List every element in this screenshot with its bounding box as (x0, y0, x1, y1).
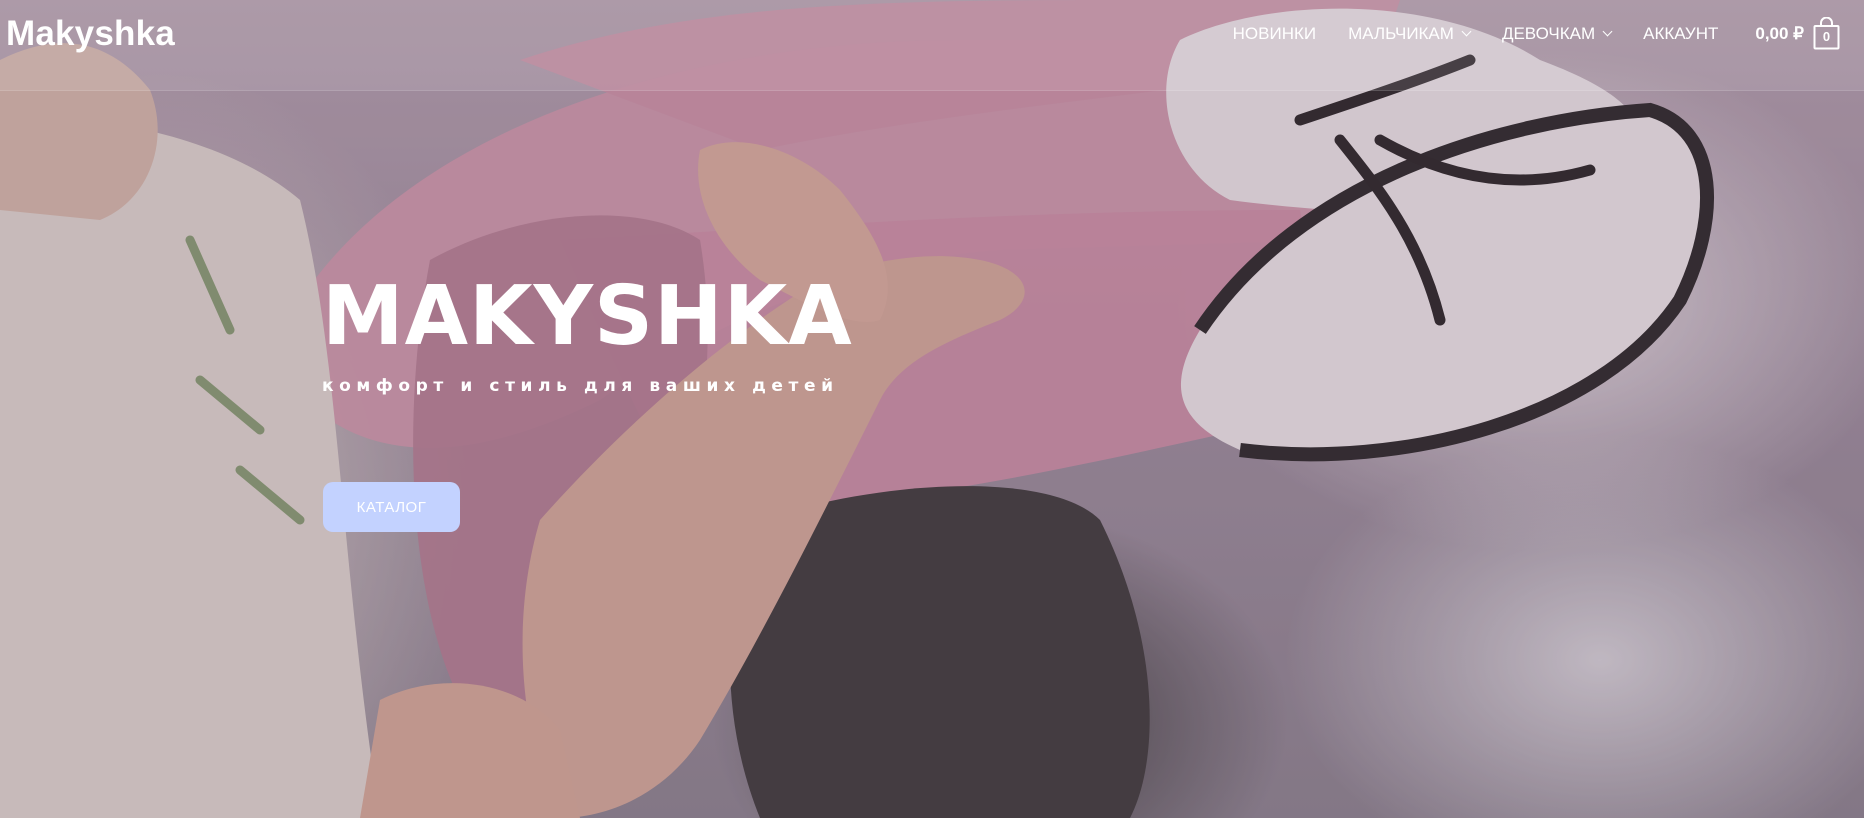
nav-item-label: ДЕВОЧКАМ (1501, 24, 1596, 43)
catalog-button[interactable]: КАТАЛОГ (323, 482, 460, 532)
cart-button[interactable]: 0,00 ₽ 0 (1755, 16, 1840, 50)
nav-item-girls[interactable]: ДЕВОЧКАМ (1501, 24, 1613, 44)
site-logo[interactable]: Makyshka (6, 14, 175, 54)
hero-subtitle: комфорт и стиль для ваших детей (322, 376, 839, 396)
nav-item-label: МАЛЬЧИКАМ (1348, 24, 1454, 43)
chevron-down-icon (1461, 26, 1472, 37)
hero-overlay (0, 0, 1864, 818)
cart-count: 0 (1822, 28, 1831, 44)
nav-item-new[interactable]: НОВИНКИ (1233, 24, 1316, 44)
hero-content: MAKYSHKA комфорт и стиль для ваших детей (322, 269, 853, 397)
nav-item-boys[interactable]: МАЛЬЧИКАМ (1348, 24, 1472, 44)
site-header: Makyshka НОВИНКИ МАЛЬЧИКАМ ДЕВОЧКАМ АККА… (0, 0, 1864, 91)
cart-total: 0,00 ₽ (1755, 24, 1804, 43)
hero-section: MAKYSHKA комфорт и стиль для ваших детей… (0, 0, 1864, 818)
main-nav: НОВИНКИ МАЛЬЧИКАМ ДЕВОЧКАМ АККАУНТ 0,00 … (1233, 0, 1864, 68)
nav-item-label: НОВИНКИ (1232, 24, 1317, 43)
chevron-down-icon (1602, 26, 1613, 37)
shopping-bag-icon: 0 (1813, 16, 1840, 50)
nav-item-account[interactable]: АККАУНТ (1643, 24, 1718, 44)
hero-title: MAKYSHKA (322, 269, 853, 364)
nav-item-label: АККАУНТ (1643, 24, 1719, 43)
